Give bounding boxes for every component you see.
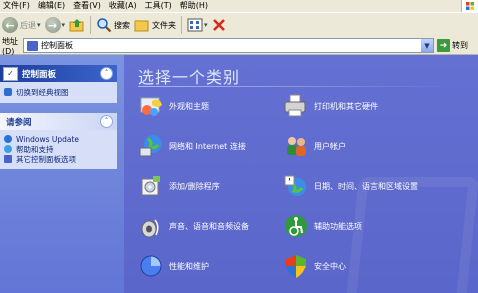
folders-button[interactable]: 文件夹 (132, 15, 178, 35)
category-user-accounts[interactable]: 用户帐户 (283, 132, 346, 160)
switch-view-label: 切换到经典视图 (16, 87, 69, 97)
views-icon (187, 18, 203, 32)
address-value: 控制面板 (41, 41, 73, 50)
address-dropdown-button[interactable]: ▼ (421, 39, 433, 52)
control-panel-header[interactable]: ✓ 控制面板 ˄ (0, 65, 117, 82)
category-date-time-region[interactable]: 日期、时间、语言和区域设置 (283, 172, 418, 200)
switch-classic-view-link[interactable]: 切换到经典视图 (0, 87, 117, 97)
close-icon (212, 19, 225, 31)
add-remove-programs-icon (138, 173, 164, 199)
views-button[interactable]: ▾ (185, 15, 210, 35)
help-support-link[interactable]: 帮助和支持 (0, 144, 117, 154)
menu-edit[interactable]: 编辑(E) (34, 0, 69, 12)
category-printers-hardware[interactable]: 打印机和其它硬件 (283, 92, 378, 120)
chevron-up-icon[interactable]: ˄ (100, 67, 113, 80)
toolbar-separator (181, 16, 183, 34)
see-also-title: 请参阅 (6, 117, 32, 128)
folders-icon (134, 20, 149, 32)
accessibility-icon (283, 213, 309, 239)
other-options-link[interactable]: 其它控制面板选项 (0, 154, 117, 164)
forward-arrow-icon: → (44, 17, 61, 33)
windows-update-icon (4, 135, 12, 143)
go-label: 转到 (452, 41, 468, 50)
switch-view-icon (4, 88, 12, 96)
menu-bar: 文件(F) 编辑(E) 查看(V) 收藏(A) 工具(T) 帮助(H) (0, 0, 478, 12)
control-panel-icon: ✓ (3, 66, 18, 81)
back-button[interactable]: ← 后退 ▾ (0, 15, 43, 35)
back-arrow-icon: ← (2, 17, 18, 33)
windows-update-label: Windows Update (16, 134, 80, 144)
see-also-box: 请参阅 ˄ Windows Update 帮助和支持 其它控制面板选项 (0, 113, 117, 169)
other-options-label: 其它控制面板选项 (16, 154, 76, 164)
control-panel-title: 控制面板 (22, 69, 57, 80)
toolbar: ← 后退 ▾ → ▾ 搜索 文件夹 ▾ (0, 12, 478, 38)
category-label: 网络和 Internet 连接 (169, 141, 246, 151)
category-label: 用户帐户 (314, 141, 346, 151)
chevron-down-icon[interactable]: ▾ (204, 21, 208, 29)
back-label: 后退 (20, 20, 36, 30)
speaker-icon (138, 213, 164, 239)
page-title: 选择一个类别 (138, 68, 241, 87)
menu-file[interactable]: 文件(F) (0, 0, 34, 12)
user-accounts-icon (283, 133, 309, 159)
task-pane: ✓ 控制面板 ˄ 切换到经典视图 请参阅 ˄ Windows Update 帮助… (0, 55, 124, 293)
chevron-down-icon[interactable]: ▾ (37, 21, 41, 29)
control-panel-options-icon (4, 155, 12, 163)
help-icon (4, 145, 12, 153)
toolbar-separator (90, 16, 92, 34)
chevron-down-icon[interactable]: ▾ (62, 21, 66, 29)
category-label: 性能和维护 (169, 261, 209, 271)
category-network-internet[interactable]: 网络和 Internet 连接 (138, 132, 246, 160)
category-label: 添加/删除程序 (169, 181, 220, 191)
performance-chart-icon (138, 253, 164, 279)
delete-button[interactable] (210, 15, 228, 35)
menu-view[interactable]: 查看(V) (69, 0, 105, 12)
search-button[interactable]: 搜索 (94, 15, 132, 35)
up-folder-button[interactable] (67, 15, 87, 35)
up-folder-icon (69, 19, 84, 32)
category-view: 选择一个类别 外观和主题 网络和 Internet 连接 添加/删除程序 声音、… (124, 55, 478, 293)
control-panel-icon (27, 40, 38, 51)
search-icon (97, 18, 112, 33)
search-label: 搜索 (114, 20, 131, 30)
printer-icon (283, 93, 309, 119)
address-bar: 地址(D) 控制面板 ▼ ➜ 转到 (0, 36, 478, 56)
divider (138, 86, 458, 87)
windows-logo-icon (461, 0, 478, 12)
category-add-remove-programs[interactable]: 添加/删除程序 (138, 172, 220, 200)
date-time-globe-icon (283, 173, 309, 199)
category-label: 辅助功能选项 (314, 221, 362, 231)
category-performance-maintenance[interactable]: 性能和维护 (138, 252, 209, 280)
menu-help[interactable]: 帮助(H) (176, 0, 212, 12)
address-input[interactable]: 控制面板 ▼ (23, 38, 434, 53)
appearance-themes-icon (138, 93, 164, 119)
address-label: 地址(D) (2, 36, 18, 56)
shield-icon (283, 253, 309, 279)
go-button[interactable]: ➜ 转到 (437, 39, 468, 52)
category-security-center[interactable]: 安全中心 (283, 252, 346, 280)
go-arrow-icon: ➜ (437, 39, 450, 52)
category-label: 外观和主题 (169, 101, 209, 111)
category-label: 安全中心 (314, 261, 346, 271)
see-also-header[interactable]: 请参阅 ˄ (0, 113, 117, 130)
category-label: 打印机和其它硬件 (314, 101, 378, 111)
chevron-up-icon[interactable]: ˄ (100, 115, 113, 128)
menu-favorites[interactable]: 收藏(A) (105, 0, 141, 12)
category-sound-audio[interactable]: 声音、语音和音频设备 (138, 212, 249, 240)
category-appearance-themes[interactable]: 外观和主题 (138, 92, 209, 120)
category-label: 声音、语音和音频设备 (169, 221, 249, 231)
category-label: 日期、时间、语言和区域设置 (314, 181, 418, 191)
windows-update-link[interactable]: Windows Update (0, 134, 117, 144)
forward-button[interactable]: → ▾ (43, 15, 68, 35)
menu-tools[interactable]: 工具(T) (141, 0, 176, 12)
folders-label: 文件夹 (152, 20, 177, 30)
control-panel-box: ✓ 控制面板 ˄ 切换到经典视图 (0, 65, 117, 103)
category-accessibility[interactable]: 辅助功能选项 (283, 212, 362, 240)
network-globe-icon (138, 133, 164, 159)
